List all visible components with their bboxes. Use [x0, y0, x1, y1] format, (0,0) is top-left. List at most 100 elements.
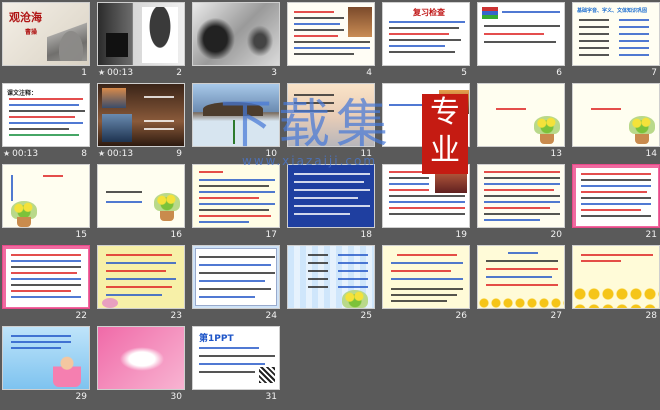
slide-thumbnail-27[interactable]	[477, 245, 565, 309]
slide-title: 课文注释：	[7, 90, 38, 97]
slide-meta: 10	[192, 148, 280, 160]
decorative-lettering	[116, 345, 168, 373]
slide-thumbnail-19[interactable]	[382, 164, 470, 228]
ink-block	[106, 33, 128, 57]
slide-thumbnail-16[interactable]	[97, 164, 185, 228]
slide-number: 23	[170, 311, 182, 321]
cartoon-image	[102, 298, 118, 308]
slide-thumbnail-4[interactable]	[287, 2, 375, 66]
slide-cell: ★ 00:13 2	[97, 2, 185, 81]
island-photo	[203, 102, 263, 116]
slide-thumbnail-13[interactable]	[477, 83, 565, 147]
slide-thumbnail-30[interactable]	[97, 326, 185, 390]
slide-cell: 24	[192, 245, 280, 324]
slide-meta: 21	[572, 229, 660, 241]
plant-stem-icon	[233, 120, 235, 144]
mountain-illustration	[47, 11, 87, 61]
slide-thumbnail-1[interactable]: 观沧海 曹操	[2, 2, 90, 66]
slide-thumbnail-20[interactable]	[477, 164, 565, 228]
slide-cell: 29	[2, 326, 90, 405]
slide-cell: 14	[572, 83, 660, 162]
slide-thumbnail-6[interactable]	[477, 2, 565, 66]
slide-number: 1	[81, 68, 87, 78]
slide-thumbnail-24[interactable]	[192, 245, 280, 309]
slide-thumbnail-12[interactable]	[382, 83, 470, 147]
slide-number: 31	[265, 392, 277, 402]
slide-number: 2	[176, 68, 182, 78]
slide-thumbnail-5[interactable]: 复习检查	[382, 2, 470, 66]
slide-thumbnail-8[interactable]: 课文注释：	[2, 83, 90, 147]
star-icon: ★	[3, 149, 11, 158]
slide-meta: ★ 00:13 2	[97, 67, 185, 79]
slide-cell: 27	[477, 245, 565, 324]
slide-meta: 30	[97, 391, 185, 403]
slide-subtitle: 曹操	[25, 29, 38, 36]
flower-pot-icon	[534, 116, 560, 134]
slide-thumbnail-18[interactable]	[287, 164, 375, 228]
slide-number: 17	[265, 230, 277, 240]
slide-title: 基础字音、字义、文体知识巩固	[577, 8, 648, 14]
slide-timing: ★ 00:13	[98, 149, 134, 159]
slide-cell: 观沧海 曹操 1	[2, 2, 90, 81]
slide-cell: 22	[2, 245, 90, 324]
slide-number: 15	[75, 230, 87, 240]
slide-meta: 28	[572, 310, 660, 322]
slide-cell: 6	[477, 2, 565, 81]
slide-timing: ★ 00:13	[3, 149, 39, 159]
flower-pot-icon	[342, 290, 368, 308]
slide-cell: 17	[192, 164, 280, 243]
slide-thumbnail-2[interactable]	[97, 2, 185, 66]
slide-thumbnail-17[interactable]	[192, 164, 280, 228]
slide-cell: 3	[192, 2, 280, 81]
slide-number: 8	[81, 149, 87, 159]
slide-thumbnail-15[interactable]	[2, 164, 90, 228]
slide-cell: 复习检查 5	[382, 2, 470, 81]
slide-number: 4	[366, 68, 372, 78]
slide-thumbnail-23[interactable]	[97, 245, 185, 309]
slide-thumbnail-31[interactable]: 第1PPT	[192, 326, 280, 390]
sunflower-border	[573, 286, 659, 308]
slide-thumbnail-25[interactable]	[287, 245, 375, 309]
slide-title: 复习检查	[413, 8, 445, 17]
slide-cell: 11	[287, 83, 375, 162]
slide-thumbnail-3[interactable]	[192, 2, 280, 66]
slide-meta: 7	[572, 67, 660, 79]
slide-thumbnail-10[interactable]	[192, 83, 280, 147]
slide-meta: 11	[287, 148, 375, 160]
slide-thumbnail-7[interactable]: 基础字音、字义、文体知识巩固	[572, 2, 660, 66]
slide-meta: 26	[382, 310, 470, 322]
slide-number: 19	[455, 230, 467, 240]
slide-number: 3	[271, 68, 277, 78]
flower-pot-icon	[154, 193, 180, 211]
slide-number: 5	[461, 68, 467, 78]
slide-cell: 20	[477, 164, 565, 243]
slide-meta: 13	[477, 148, 565, 160]
ink-painting	[243, 21, 277, 61]
slide-meta: 31	[192, 391, 280, 403]
star-icon: ★	[98, 68, 106, 77]
slide-number: 14	[645, 149, 657, 159]
slide-meta: 16	[97, 229, 185, 241]
slide-thumbnail-28[interactable]	[572, 245, 660, 309]
pot-icon	[540, 134, 554, 144]
slide-meta: 29	[2, 391, 90, 403]
slide-thumbnail-26[interactable]	[382, 245, 470, 309]
slide-thumbnail-29[interactable]	[2, 326, 90, 390]
slide-number: 7	[651, 68, 657, 78]
slide-thumbnail-11[interactable]	[287, 83, 375, 147]
slide-thumbnail-21[interactable]	[572, 164, 660, 228]
slide-cell: 基础字音、字义、文体知识巩固 7	[572, 2, 660, 81]
slide-meta: 23	[97, 310, 185, 322]
pot-icon	[635, 134, 649, 144]
slide-meta: 15	[2, 229, 90, 241]
slide-meta: 14	[572, 148, 660, 160]
slide-meta: 24	[192, 310, 280, 322]
slide-cell: 课文注释： ★ 00:13 8	[2, 83, 90, 162]
slide-number: 20	[550, 230, 562, 240]
slide-cell: 15	[2, 164, 90, 243]
slide-thumbnail-9[interactable]	[97, 83, 185, 147]
slide-meta: 3	[192, 67, 280, 79]
slide-number: 27	[550, 311, 562, 321]
slide-thumbnail-14[interactable]	[572, 83, 660, 147]
slide-thumbnail-22[interactable]	[2, 245, 90, 309]
